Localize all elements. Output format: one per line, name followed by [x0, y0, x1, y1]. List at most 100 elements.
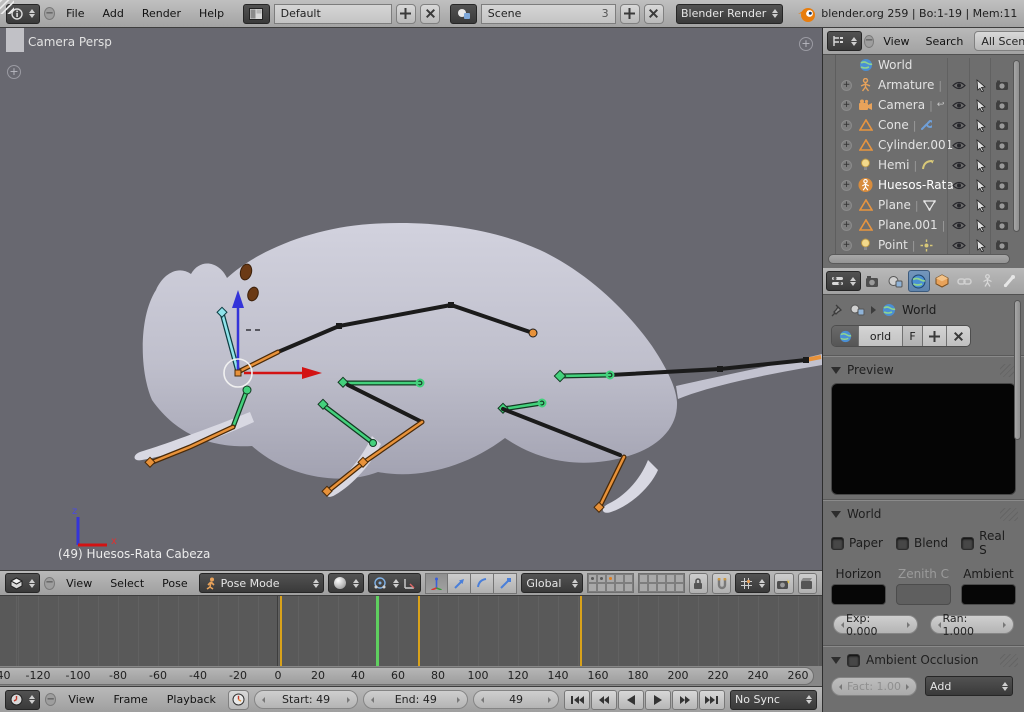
- play-button[interactable]: [645, 690, 671, 710]
- add-scene-button[interactable]: [620, 4, 640, 24]
- opengl-render-button[interactable]: [774, 573, 793, 594]
- hide-toggle-eye-icon[interactable]: [951, 117, 967, 133]
- timeline-tracks[interactable]: [0, 596, 822, 666]
- window-resize-grip[interactable]: [0, 0, 14, 14]
- frame-end-field[interactable]: End: 49: [363, 690, 468, 709]
- play-reverse-button[interactable]: [618, 690, 644, 710]
- toolshelf-expand-button[interactable]: +: [7, 65, 21, 79]
- real-sky-checkbox[interactable]: [961, 537, 974, 550]
- menu-view[interactable]: View: [61, 693, 101, 706]
- menu-view[interactable]: View: [59, 577, 99, 590]
- timeline-ruler[interactable]: -140-120-100-80-60-40-200204060801001201…: [0, 666, 822, 686]
- ao-factor-slider[interactable]: Fact: 1.00: [831, 677, 917, 696]
- jump-to-start-button[interactable]: [564, 690, 590, 710]
- properties-shelf-expand-button[interactable]: +: [799, 37, 813, 51]
- ambient-color-swatch[interactable]: [961, 584, 1016, 605]
- transform-orientation-dropdown[interactable]: Global: [521, 573, 582, 593]
- menu-render[interactable]: Render: [135, 7, 188, 20]
- outliner-row-point[interactable]: + Point|: [823, 235, 1024, 255]
- expand-icon[interactable]: +: [841, 140, 852, 151]
- range-slider[interactable]: Ran: 1.000: [930, 615, 1015, 634]
- new-id-button[interactable]: [922, 326, 946, 346]
- blend-sky-checkbox[interactable]: [896, 537, 909, 550]
- spine-tip-joint[interactable]: [529, 329, 537, 337]
- pin-icon[interactable]: [831, 304, 844, 317]
- outliner-row-huesos-rata[interactable]: + Huesos-Rata: [823, 175, 1024, 195]
- frame-start-field[interactable]: Start: 49: [254, 690, 359, 709]
- render-toggle-camera-icon[interactable]: [994, 237, 1010, 253]
- id-type-button[interactable]: [832, 326, 858, 346]
- menu-select[interactable]: Select: [103, 577, 151, 590]
- translate-manipulator-button[interactable]: [448, 573, 471, 594]
- tab-render[interactable]: [862, 270, 884, 292]
- paper-sky-checkbox[interactable]: [831, 537, 844, 550]
- hide-toggle-eye-icon[interactable]: [951, 237, 967, 253]
- selectable-toggle-cursor-icon[interactable]: [973, 97, 989, 113]
- delete-layout-button[interactable]: [420, 4, 440, 24]
- outliner-horizontal-scrollbar[interactable]: [828, 254, 1010, 264]
- 3d-viewport[interactable]: Camera Persp + + z x (49) Huesos-Rata Ca…: [0, 28, 822, 570]
- scene-icon-button[interactable]: [450, 4, 477, 24]
- opengl-render-anim-button[interactable]: [798, 573, 817, 594]
- collapse-menus-button[interactable]: −: [44, 577, 55, 590]
- pivot-point-dropdown[interactable]: [368, 573, 421, 593]
- hide-toggle-eye-icon[interactable]: [951, 137, 967, 153]
- render-toggle-camera-icon[interactable]: [994, 217, 1010, 233]
- menu-playback[interactable]: Playback: [160, 693, 223, 706]
- screen-layout-name-field[interactable]: Default: [274, 4, 392, 24]
- render-toggle-camera-icon[interactable]: [994, 77, 1010, 93]
- collapse-menus-button[interactable]: −: [45, 693, 56, 706]
- menu-search[interactable]: Search: [919, 35, 971, 48]
- rotate-manipulator-button[interactable]: [471, 573, 494, 594]
- lock-to-scene-button[interactable]: [689, 573, 708, 594]
- editor-type-properties-button[interactable]: [826, 271, 861, 291]
- selectable-toggle-cursor-icon[interactable]: [973, 137, 989, 153]
- outliner-row-cone[interactable]: + Cone|: [823, 115, 1024, 135]
- tab-bone[interactable]: [999, 270, 1021, 292]
- render-engine-dropdown[interactable]: Blender Render: [676, 4, 783, 24]
- menu-pose[interactable]: Pose: [155, 577, 194, 590]
- hide-toggle-eye-icon[interactable]: [951, 217, 967, 233]
- outliner-row-camera[interactable]: + Camera| ↩: [823, 95, 1024, 115]
- editor-type-timeline-button[interactable]: [5, 690, 40, 710]
- panel-collapse-icon[interactable]: [831, 657, 841, 664]
- sync-mode-dropdown[interactable]: No Sync: [730, 690, 817, 710]
- selectable-toggle-cursor-icon[interactable]: [973, 237, 989, 253]
- tab-scene[interactable]: [885, 270, 907, 292]
- selectable-toggle-cursor-icon[interactable]: [973, 177, 989, 193]
- outliner-row-hemi[interactable]: + Hemi|: [823, 155, 1024, 175]
- horizon-color-swatch[interactable]: [831, 584, 886, 605]
- expand-icon[interactable]: +: [841, 220, 852, 231]
- editor-type-outliner-button[interactable]: [827, 31, 862, 51]
- ao-enable-checkbox[interactable]: [847, 654, 860, 667]
- editor-type-3dview-button[interactable]: [5, 573, 40, 593]
- zenith-color-swatch[interactable]: [896, 584, 951, 605]
- expand-icon[interactable]: +: [841, 200, 852, 211]
- menu-file[interactable]: File: [59, 7, 91, 20]
- ao-blend-dropdown[interactable]: Add: [925, 676, 1013, 696]
- expand-icon[interactable]: +: [841, 120, 852, 131]
- expand-icon[interactable]: +: [841, 160, 852, 171]
- id-name-field[interactable]: orld: [858, 326, 902, 346]
- render-toggle-camera-icon[interactable]: [994, 197, 1010, 213]
- tab-constraints[interactable]: [953, 270, 975, 292]
- selectable-toggle-cursor-icon[interactable]: [973, 77, 989, 93]
- outliner-row-plane[interactable]: + Plane|: [823, 195, 1024, 215]
- scene-name-field[interactable]: Scene 3: [481, 4, 616, 24]
- world-panel-header[interactable]: World: [823, 501, 1024, 525]
- outliner-vertical-scrollbar[interactable]: [1013, 60, 1020, 232]
- hide-toggle-eye-icon[interactable]: [951, 97, 967, 113]
- properties-vertical-scrollbar[interactable]: [1014, 300, 1021, 440]
- tab-world[interactable]: [908, 270, 930, 292]
- render-toggle-camera-icon[interactable]: [994, 117, 1010, 133]
- manipulator-axes-button[interactable]: [425, 573, 448, 594]
- expand-icon[interactable]: +: [841, 80, 852, 91]
- ao-panel-header[interactable]: Ambient Occlusion: [823, 647, 1024, 671]
- screen-layout-icon-button[interactable]: [243, 4, 270, 24]
- outliner-scope-dropdown[interactable]: All Scen: [974, 31, 1024, 51]
- prev-keyframe-button[interactable]: [591, 690, 617, 710]
- layers-widget-b[interactable]: [638, 573, 685, 593]
- menu-add[interactable]: Add: [96, 7, 131, 20]
- outliner-row-armature[interactable]: + Armature|: [823, 75, 1024, 95]
- preview-range-button[interactable]: [228, 690, 249, 710]
